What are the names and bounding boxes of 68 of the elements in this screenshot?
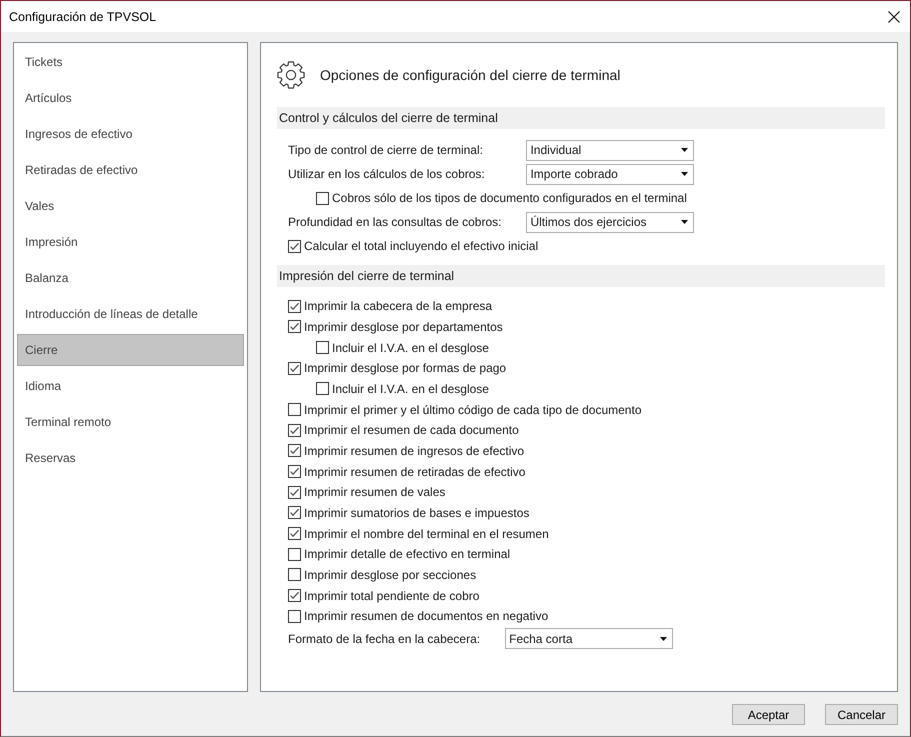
caret-icon (681, 220, 688, 224)
checkbox[interactable] (316, 341, 329, 354)
close-icon (888, 10, 900, 22)
field-label: Utilizar en los cálculos de los cobros: (288, 166, 486, 183)
checkbox-label[interactable]: Imprimir total pendiente de cobro (304, 588, 480, 603)
field-label: Formato de la fecha en la cabecera: (288, 630, 480, 648)
gear-icon (277, 61, 305, 89)
checkbox[interactable] (288, 548, 301, 561)
checkbox-label[interactable]: Imprimir desglose por secciones (304, 568, 476, 582)
checkbox[interactable] (288, 465, 301, 478)
sidebar-item[interactable]: Introducción de líneas de detalle (17, 298, 244, 330)
sidebar-item[interactable]: Retiradas de efectivo (17, 154, 244, 186)
sidebar-item[interactable]: Terminal remoto (17, 406, 244, 438)
checkbox-label[interactable]: Imprimir detalle de efectivo en terminal (304, 547, 510, 562)
sidebar-item[interactable]: Cierre (17, 334, 244, 366)
dropdown[interactable]: Importe cobrado (526, 164, 694, 184)
checkbox[interactable] (288, 589, 301, 602)
checkbox[interactable] (288, 403, 301, 416)
checkbox[interactable] (288, 240, 301, 252)
checkbox-label[interactable]: Incluir el I.V.A. en el desglose (332, 340, 489, 355)
checkbox-label[interactable]: Imprimir resumen de documentos en negativo (304, 609, 548, 624)
checkbox-label[interactable]: Imprimir resumen de vales (304, 485, 446, 500)
checkbox[interactable] (288, 300, 301, 313)
checkbox[interactable] (288, 362, 301, 375)
checkbox-label[interactable]: Imprimir el primer y el último código de cada tipo de documento (304, 402, 642, 417)
checkbox-label[interactable]: Imprimir resumen de retiradas de efectivo (304, 464, 526, 479)
checkbox[interactable] (288, 610, 301, 623)
checkbox[interactable] (288, 506, 301, 520)
checkbox-label[interactable]: Imprimir resumen de ingresos de efectivo (304, 444, 524, 458)
checkbox-label[interactable]: Imprimir la cabecera de la empresa (304, 299, 492, 314)
checkbox[interactable] (288, 527, 301, 540)
section-header: Control y cálculos del cierre de terminal (277, 107, 885, 129)
sidebar-item[interactable]: Impresión (17, 226, 244, 258)
checkbox[interactable] (288, 568, 301, 582)
checkbox[interactable] (288, 444, 301, 458)
dialog-button[interactable]: Aceptar (732, 704, 805, 725)
checkbox[interactable] (316, 382, 329, 396)
sidebar-item[interactable]: Ingresos de efectivo (17, 118, 244, 150)
dropdown[interactable]: Últimos dos ejercicios (526, 212, 694, 232)
checkbox-label[interactable]: Cobros sólo de los tipos de documento configurados en el terminal (332, 191, 687, 205)
checkbox-label[interactable]: Incluir el I.V.A. en el desglose (332, 382, 489, 396)
sidebar-item[interactable]: Tickets (17, 46, 244, 78)
field-label: Profundidad en las consultas de cobros: (288, 214, 502, 231)
field-label: Tipo de control de cierre de terminal: (288, 142, 484, 159)
caret-icon (660, 636, 668, 640)
section-header: Impresión del cierre de terminal (277, 265, 885, 287)
sidebar-item[interactable]: Vales (17, 190, 244, 222)
checkbox-label[interactable]: Calcular el total incluyendo el efectivo inicial (304, 239, 538, 253)
checkbox[interactable] (316, 192, 329, 204)
checkbox-label[interactable]: Imprimir desglose por formas de pago (304, 361, 506, 376)
sidebar-item[interactable]: Idioma (17, 370, 244, 402)
caret-icon (681, 148, 688, 152)
dropdown[interactable]: Individual (526, 140, 694, 160)
dropdown[interactable]: Fecha corta (505, 628, 674, 649)
checkbox[interactable] (288, 320, 301, 334)
checkbox-label[interactable]: Imprimir desglose por departamentos (304, 320, 503, 334)
checkbox-label[interactable]: Imprimir el resumen de cada documento (304, 423, 519, 438)
window-title: Configuración de TPVSOL (9, 10, 156, 24)
checkbox[interactable] (288, 424, 301, 437)
dialog-button[interactable]: Cancelar (825, 704, 898, 725)
checkbox-label[interactable]: Imprimir sumatorios de bases e impuestos (304, 506, 530, 520)
sidebar-item[interactable]: Balanza (17, 262, 244, 294)
checkbox-label[interactable]: Imprimir el nombre del terminal en el resumen (304, 526, 549, 541)
checkbox[interactable] (288, 486, 301, 499)
sidebar-item[interactable]: Artículos (17, 82, 244, 114)
panel-title: Opciones de configuración del cierre de terminal (320, 67, 620, 83)
caret-icon (681, 172, 688, 176)
sidebar-item[interactable]: Reservas (17, 442, 244, 474)
